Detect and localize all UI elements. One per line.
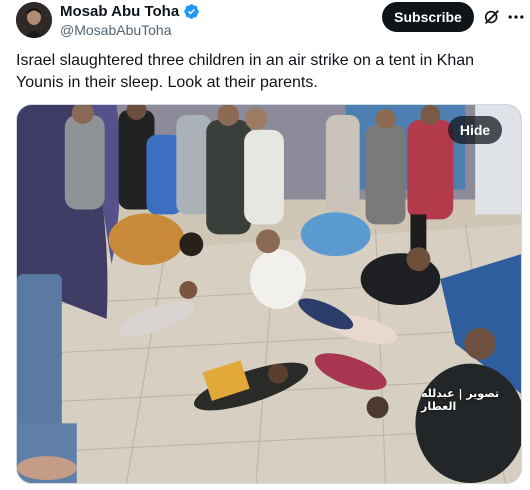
avatar[interactable] — [16, 2, 52, 38]
profile-photo-icon — [16, 2, 52, 38]
tweet-photo[interactable]: Hide تصوير | عبدلله العطار — [16, 104, 522, 484]
grok-icon[interactable] — [482, 7, 502, 27]
verified-badge-icon — [184, 4, 199, 19]
author-handle[interactable]: @MosabAbuToha — [60, 22, 172, 38]
tweet-text: Israel slaughtered three children in an … — [16, 52, 475, 91]
hospital-scene-photo — [17, 105, 521, 483]
subscribe-button[interactable]: Subscribe — [382, 2, 474, 32]
more-options-icon[interactable] — [506, 7, 526, 27]
hide-media-button[interactable]: Hide — [448, 116, 502, 144]
author-display-name[interactable]: Mosab Abu Toha — [60, 3, 179, 20]
author-name-row: Mosab Abu Toha — [60, 3, 200, 20]
tweet-card: Mosab Abu Toha @MosabAbuToha Subscribe I… — [0, 0, 530, 490]
photo-credit-watermark: تصوير | عبدلله العطار — [421, 387, 500, 413]
